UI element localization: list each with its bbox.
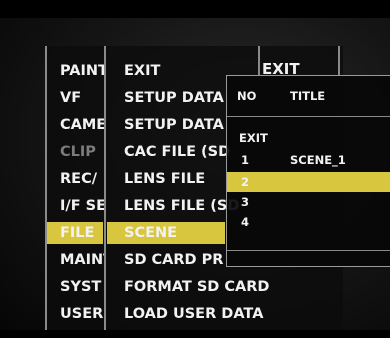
column-header-title: TITLE	[290, 89, 326, 103]
main-menu-item-if-setup[interactable]: I/F SE	[60, 194, 104, 218]
file-menu-item-format-sd-card[interactable]: FORMAT SD CARD	[124, 275, 390, 299]
main-menu-item-vf[interactable]: VF	[60, 86, 104, 110]
scene-row-number: 3	[241, 195, 250, 209]
menu-divider-1	[104, 46, 106, 336]
main-menu-item-system[interactable]: SYST	[60, 275, 104, 299]
scene-row-number: 2	[241, 175, 250, 189]
main-menu-item-camera[interactable]: CAME	[60, 113, 104, 137]
scene-row-1[interactable]: 1 SCENE_1	[227, 150, 390, 170]
scene-row-number: 1	[241, 153, 250, 167]
column-header-no: NO	[237, 89, 257, 103]
popup-divider	[227, 250, 390, 251]
scene-row-4[interactable]: 4	[227, 212, 390, 232]
scene-row-title: SCENE_1	[290, 153, 346, 167]
scene-row-2-selected[interactable]: 2	[227, 172, 390, 192]
main-menu-item-maintenance[interactable]: MAINT	[60, 248, 104, 272]
main-menu-item-file[interactable]: FILE	[60, 221, 104, 245]
scene-list-exit[interactable]: EXIT	[239, 131, 268, 145]
file-menu-item-load-user-data[interactable]: LOAD USER DATA	[124, 302, 390, 326]
scene-list-popup: NO TITLE EXIT 1 SCENE_1 2 3 4	[226, 75, 390, 267]
top-border	[0, 0, 390, 18]
main-menu-item-clip[interactable]: CLIP	[60, 140, 104, 164]
main-menu-item-paint[interactable]: PAINT	[60, 59, 104, 83]
scene-list-header: NO TITLE	[227, 76, 390, 117]
main-menu-item-rec[interactable]: REC/	[60, 167, 104, 191]
bottom-border	[0, 330, 390, 338]
scene-row-3[interactable]: 3	[227, 192, 390, 212]
scene-row-number: 4	[241, 215, 250, 229]
main-menu-item-user[interactable]: USER	[60, 302, 104, 326]
